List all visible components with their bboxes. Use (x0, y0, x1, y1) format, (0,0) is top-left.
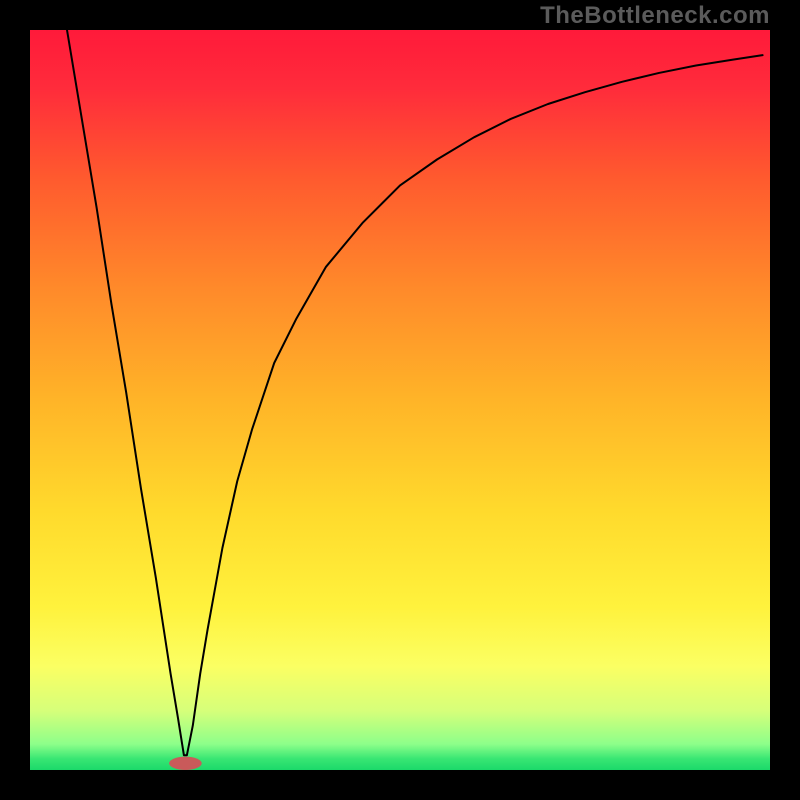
chart-frame (30, 30, 770, 770)
gradient-rect (30, 30, 770, 770)
vertex-marker (169, 757, 202, 770)
chart-svg (30, 30, 770, 770)
watermark-text: TheBottleneck.com (540, 2, 770, 30)
